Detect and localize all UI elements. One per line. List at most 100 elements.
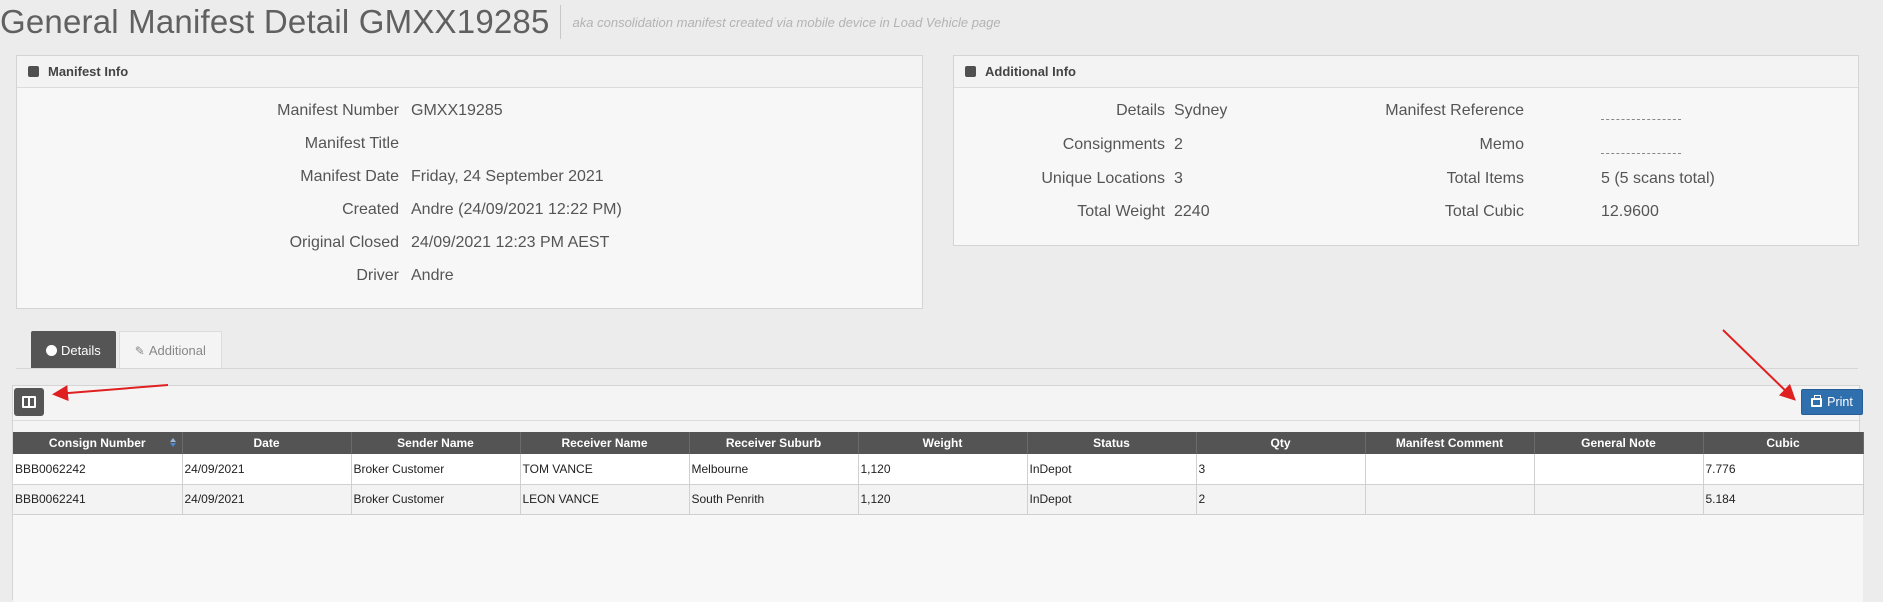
page-title: General Manifest Detail GMXX19285 [0, 3, 550, 40]
table-cell: 7.776 [1703, 454, 1864, 485]
table-cell: 24/09/2021 [182, 484, 352, 515]
memo-editable[interactable] [1601, 153, 1681, 154]
column-header-label: Date [253, 436, 280, 450]
column-header-label: Consign Number [48, 436, 146, 450]
total-weight-value: 2240 [1174, 203, 1210, 220]
column-header-label: Status [1093, 436, 1130, 450]
table-cell: TOM VANCE [520, 454, 690, 485]
table-row[interactable]: BBB0062241 24/09/2021 Broker Customer LE… [13, 484, 1864, 515]
column-header-label: Qty [1270, 436, 1291, 450]
manifest-reference-editable[interactable] [1601, 119, 1681, 120]
total-cubic-value: 12.9600 [1601, 203, 1659, 220]
table-cell [1365, 454, 1535, 485]
table-header-row: Consign Number Date Sender Name Receiver… [13, 432, 1864, 454]
manifest-info-title: Manifest Info [48, 64, 129, 79]
column-header-label: Receiver Suburb [725, 436, 822, 450]
table-cell: Broker Customer [351, 454, 521, 485]
manifest-info-header: Manifest Info [17, 56, 922, 88]
tabs-underline [16, 368, 1858, 369]
column-header[interactable]: Manifest Comment [1365, 432, 1535, 454]
table-cell: 5.184 [1703, 484, 1864, 515]
column-header[interactable]: Sender Name [351, 432, 521, 454]
column-header[interactable]: Receiver Name [520, 432, 690, 454]
total-items-value: 5 (5 scans total) [1601, 170, 1715, 187]
table-cell: 24/09/2021 [182, 454, 352, 485]
manifest-number-value: GMXX19285 [411, 102, 503, 119]
column-header[interactable]: Weight [858, 432, 1028, 454]
square-icon [28, 66, 39, 77]
total-cubic-label: Total Cubic [1444, 203, 1524, 220]
additional-info-title: Additional Info [985, 64, 1076, 79]
column-header[interactable]: Consign Number [13, 432, 183, 454]
table-cell: BBB0062242 [13, 454, 183, 485]
manifest-date-value: Friday, 24 September 2021 [411, 168, 604, 185]
column-header-label: Sender Name [397, 436, 474, 450]
table-row[interactable]: BBB0062242 24/09/2021 Broker Customer TO… [13, 454, 1864, 485]
consignment-table: Consign Number Date Sender Name Receiver… [13, 432, 1864, 515]
original-closed-label: Original Closed [289, 234, 399, 251]
table-cell: Broker Customer [351, 484, 521, 515]
manifest-title-label: Manifest Title [304, 135, 399, 152]
tab-details[interactable]: Details [31, 331, 116, 369]
total-weight-label: Total Weight [1077, 203, 1165, 220]
additional-info-header: Additional Info [954, 56, 1858, 88]
tab-details-label: Details [61, 342, 101, 358]
grid-area: Print Consign Number Date Sender Name Re… [12, 385, 1864, 602]
sort-icon[interactable] [169, 438, 176, 448]
grid-body: Consign Number Date Sender Name Receiver… [13, 432, 1864, 602]
manifest-date-label: Manifest Date [300, 168, 399, 185]
manifest-info-panel: Manifest Info Manifest Number GMXX19285 … [16, 55, 923, 309]
square-icon [965, 66, 976, 77]
column-header-label: General Note [1581, 436, 1656, 450]
manifest-number-label: Manifest Number [277, 102, 399, 119]
total-items-label: Total Items [1446, 170, 1524, 187]
title-divider [559, 5, 561, 39]
table-cell [1365, 484, 1535, 515]
printer-icon [1811, 394, 1823, 407]
detail-tabs: Details ✎ Additional [31, 331, 222, 369]
column-header[interactable]: Cubic [1703, 432, 1864, 454]
column-header[interactable]: Status [1027, 432, 1197, 454]
column-header-label: Receiver Name [561, 436, 648, 450]
column-header-label: Weight [922, 436, 963, 450]
column-header[interactable]: Date [182, 432, 352, 454]
pencil-icon: ✎ [134, 343, 145, 358]
table-cell: InDepot [1027, 484, 1197, 515]
table-cell: South Penrith [689, 484, 859, 515]
column-header[interactable]: Qty [1196, 432, 1366, 454]
created-label: Created [342, 201, 399, 218]
print-button[interactable]: Print [1801, 389, 1863, 415]
consignments-label: Consignments [1062, 136, 1165, 153]
toolbar-divider [13, 420, 1859, 421]
table-cell [1534, 454, 1704, 485]
consignments-value: 2 [1174, 136, 1183, 153]
table-cell [1534, 484, 1704, 515]
columns-icon [22, 396, 36, 408]
table-cell: 1,120 [858, 484, 1028, 515]
column-header[interactable]: General Note [1534, 432, 1704, 454]
original-closed-value: 24/09/2021 12:23 PM AEST [411, 234, 610, 251]
table-cell: 3 [1196, 454, 1366, 485]
details-label: Details [1116, 102, 1165, 119]
tab-additional[interactable]: ✎ Additional [118, 331, 222, 369]
page-header: General Manifest Detail GMXX19285 aka co… [0, 2, 1001, 42]
circle-icon [46, 344, 57, 356]
additional-info-panel: Additional Info Details Sydney Consignme… [953, 55, 1859, 246]
details-value: Sydney [1174, 102, 1228, 119]
tab-additional-label: Additional [148, 343, 206, 358]
manifest-reference-label: Manifest Reference [1385, 102, 1524, 119]
memo-label: Memo [1479, 136, 1524, 153]
column-header[interactable]: Receiver Suburb [689, 432, 859, 454]
table-cell: InDepot [1027, 454, 1197, 485]
column-chooser-button[interactable] [14, 388, 44, 416]
page-subtitle: aka consolidation manifest created via m… [572, 14, 1001, 30]
unique-locations-value: 3 [1174, 170, 1183, 187]
column-header-label: Cubic [1766, 436, 1800, 450]
driver-label: Driver [356, 267, 399, 284]
unique-locations-label: Unique Locations [1041, 170, 1165, 187]
table-cell: BBB0062241 [13, 484, 183, 515]
print-button-label: Print [1827, 395, 1853, 409]
created-value: Andre (24/09/2021 12:22 PM) [411, 201, 622, 218]
table-cell: LEON VANCE [520, 484, 690, 515]
table-cell: 2 [1196, 484, 1366, 515]
